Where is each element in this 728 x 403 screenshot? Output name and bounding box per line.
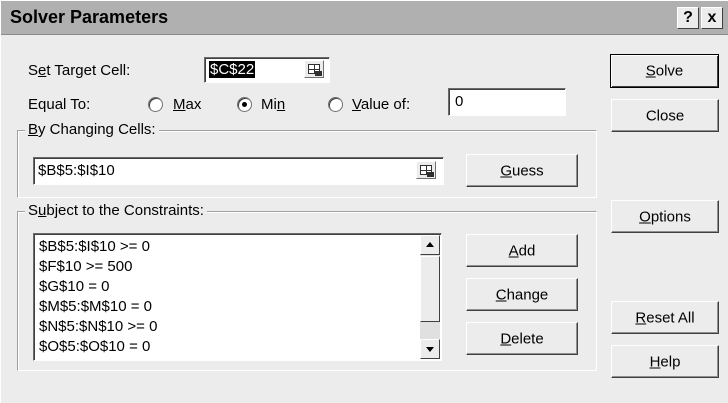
- arrow-down-icon: [426, 347, 434, 352]
- constraint-item[interactable]: $G$10 = 0: [39, 278, 109, 295]
- close-icon[interactable]: x: [701, 7, 723, 29]
- changing-cells-value: $B$5:$I$10: [38, 162, 115, 179]
- scroll-down-button[interactable]: [420, 339, 440, 359]
- options-button[interactable]: Options: [611, 200, 719, 233]
- scroll-up-button[interactable]: [420, 235, 440, 255]
- radio-value-of-label[interactable]: Value of:: [352, 96, 410, 113]
- changing-cells-field[interactable]: $B$5:$I$10: [33, 157, 444, 185]
- radio-max-label[interactable]: Max: [173, 96, 201, 113]
- set-target-cell-value: $C$22: [209, 61, 256, 78]
- radio-max[interactable]: [148, 97, 163, 112]
- title-bar: Solver Parameters ? x: [1, 1, 728, 35]
- equal-to-label: Equal To:: [28, 96, 91, 113]
- add-button[interactable]: Add: [466, 234, 578, 267]
- constraint-item[interactable]: $F$10 >= 500: [39, 258, 132, 275]
- set-target-cell-field[interactable]: $C$22: [204, 57, 330, 83]
- constraints-list[interactable]: $B$5:$I$10 >= 0 $F$10 >= 500 $G$10 = 0 $…: [33, 233, 442, 361]
- delete-button[interactable]: Delete: [466, 322, 578, 355]
- value-of-input[interactable]: 0: [448, 88, 566, 116]
- solve-button[interactable]: Solve: [610, 54, 719, 88]
- dialog-title: Solver Parameters: [10, 7, 169, 27]
- scroll-thumb[interactable]: [420, 256, 440, 322]
- radio-min-label[interactable]: Min: [261, 96, 285, 113]
- constraint-item[interactable]: $N$5:$N$10 >= 0: [39, 318, 157, 335]
- radio-value-of[interactable]: [328, 97, 343, 112]
- guess-button[interactable]: Guess: [466, 154, 578, 187]
- range-selector-icon[interactable]: [416, 161, 436, 179]
- constraint-item[interactable]: $M$5:$M$10 = 0: [39, 298, 152, 315]
- close-button[interactable]: Close: [611, 99, 719, 132]
- arrow-up-icon: [426, 242, 434, 247]
- help-button[interactable]: Help: [611, 345, 719, 378]
- value-of-text: 0: [455, 93, 464, 110]
- solver-parameters-dialog: Solver Parameters ? x Set Target Cell: $…: [0, 0, 728, 403]
- constraints-title: Subject to the Constraints:: [25, 202, 207, 219]
- constraint-item[interactable]: $O$5:$O$10 = 0: [39, 338, 150, 355]
- radio-min[interactable]: [237, 97, 252, 112]
- constraint-item[interactable]: $B$5:$I$10 >= 0: [39, 238, 150, 255]
- set-target-cell-label: Set Target Cell:: [28, 62, 131, 79]
- changing-cells-title: By Changing Cells:: [25, 121, 159, 138]
- constraints-scrollbar[interactable]: [420, 235, 440, 359]
- range-selector-icon[interactable]: [304, 60, 324, 78]
- help-icon[interactable]: ?: [677, 7, 699, 29]
- change-button[interactable]: Change: [466, 278, 578, 311]
- reset-all-button[interactable]: Reset All: [611, 301, 719, 334]
